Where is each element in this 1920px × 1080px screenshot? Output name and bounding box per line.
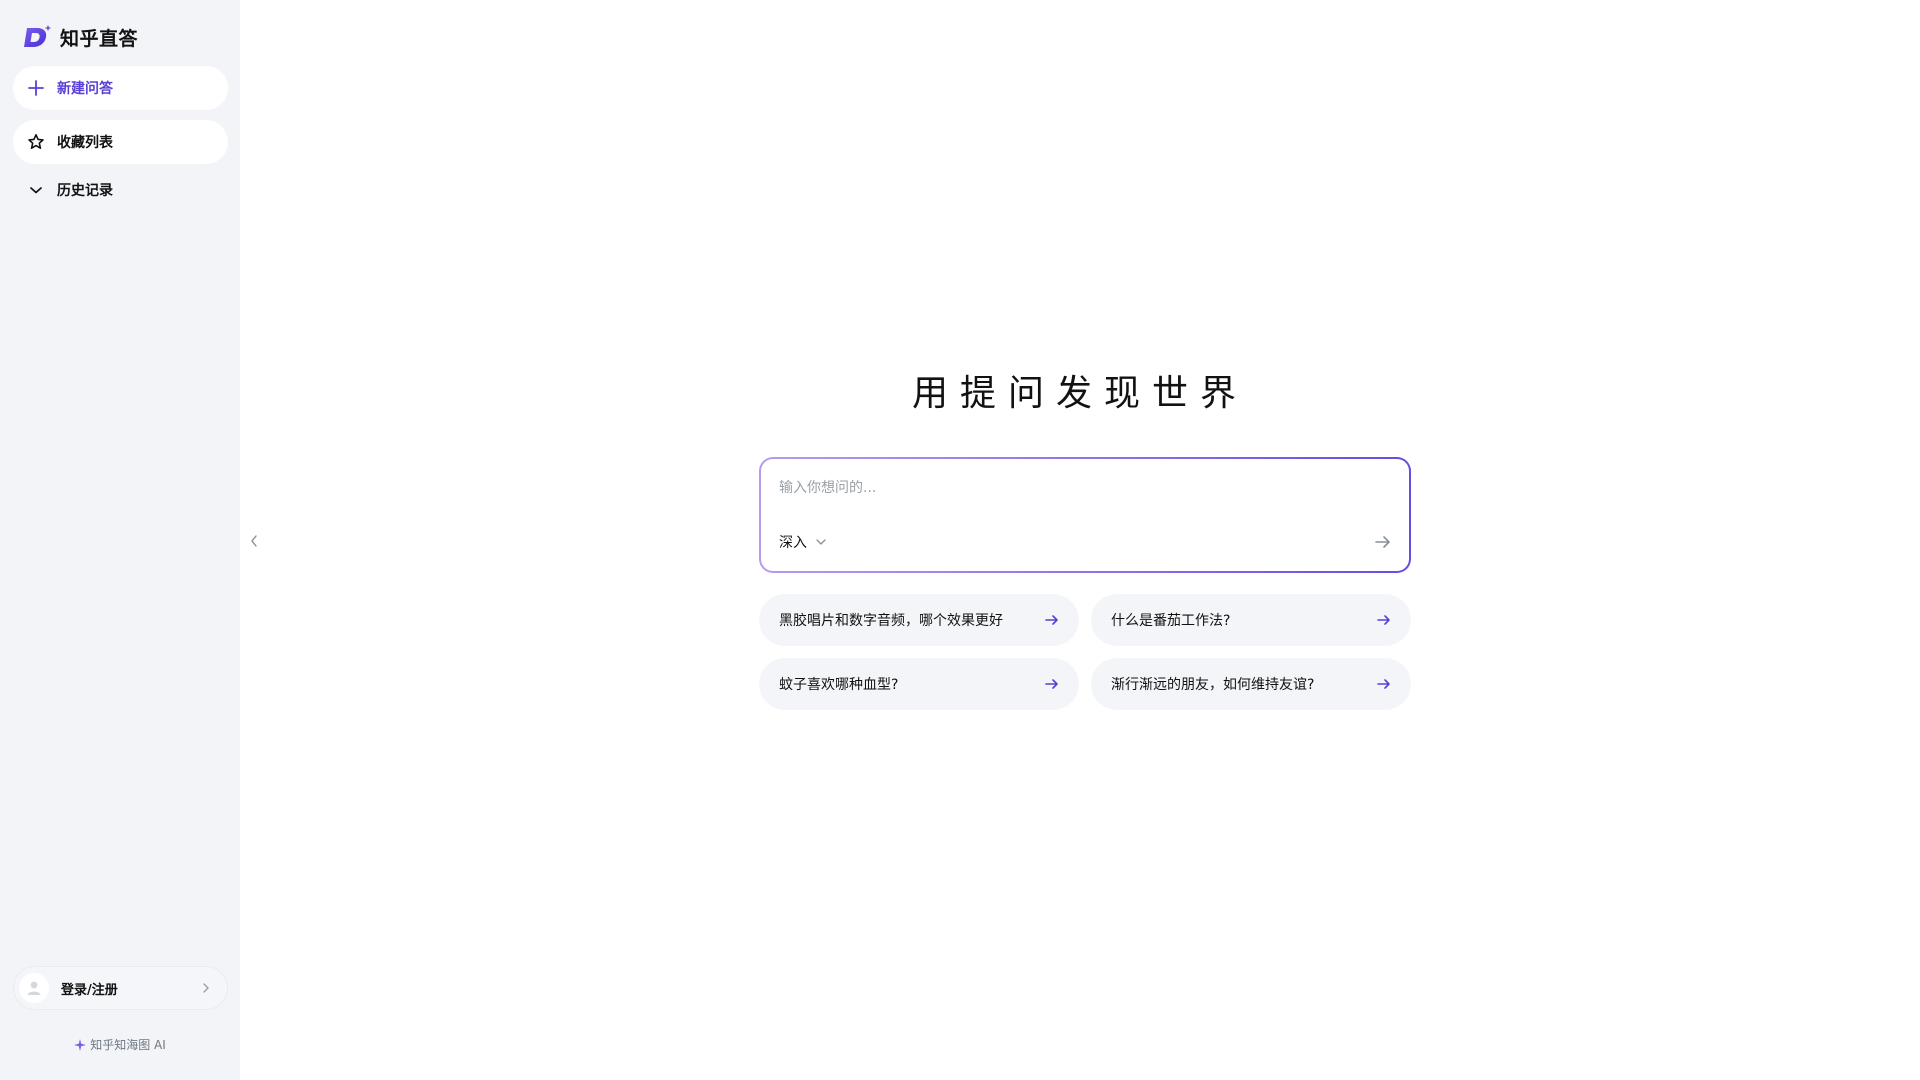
collapse-sidebar-button[interactable]: [248, 533, 260, 549]
powered-by-text: 知乎知海图 AI: [90, 1038, 166, 1052]
arrow-right-icon: [1377, 615, 1390, 625]
chevron-right-icon: [201, 979, 211, 998]
suggestion-card[interactable]: 什么是番茄工作法?: [1091, 594, 1411, 646]
suggestion-text: 什么是番茄工作法?: [1111, 613, 1231, 629]
login-label: 登录/注册: [61, 982, 118, 998]
chevron-down-icon: [26, 180, 46, 200]
suggestion-text: 蚊子喜欢哪种血型?: [779, 677, 899, 693]
arrow-right-icon: [1045, 615, 1058, 625]
powered-by: 知乎知海图 AI: [0, 1036, 240, 1053]
sparkle-icon: [74, 1038, 87, 1051]
new-chat-button[interactable]: 新建问答: [13, 66, 228, 110]
suggestion-text: 黑胶唱片和数字音频，哪个效果更好: [779, 613, 1003, 629]
history-toggle[interactable]: 历史记录: [13, 168, 228, 212]
suggestion-text: 渐行渐远的朋友，如何维持友谊?: [1111, 677, 1315, 693]
suggestion-card[interactable]: 蚊子喜欢哪种血型?: [759, 658, 1079, 710]
suggestion-card[interactable]: 黑胶唱片和数字音频，哪个效果更好: [759, 594, 1079, 646]
favorites-label: 收藏列表: [57, 135, 113, 151]
brand[interactable]: 知乎直答: [22, 24, 138, 50]
question-input[interactable]: [779, 477, 1379, 499]
plus-icon: [26, 78, 46, 98]
login-button[interactable]: 登录/注册: [13, 966, 228, 1010]
zhida-d-logo-icon: [24, 25, 52, 47]
chevron-down-icon: [816, 539, 826, 545]
page-headline: 用提问发现世界: [911, 373, 1248, 414]
user-icon: [19, 973, 49, 1003]
history-label: 历史记录: [57, 183, 113, 199]
star-icon: [26, 132, 46, 152]
favorites-button[interactable]: 收藏列表: [13, 120, 228, 164]
ask-box: 深入: [759, 457, 1411, 573]
suggestion-card[interactable]: 渐行渐远的朋友，如何维持友谊?: [1091, 658, 1411, 710]
brand-name: 知乎直答: [60, 27, 139, 50]
arrow-right-icon: [1377, 679, 1390, 689]
mode-label: 深入: [779, 535, 807, 551]
arrow-right-icon: [1375, 536, 1390, 548]
send-button[interactable]: [1373, 532, 1393, 552]
arrow-right-icon: [1045, 679, 1058, 689]
sidebar: 知乎直答 新建问答 收藏列表 历史记录 登录/注册 知乎知海图 AI: [0, 0, 240, 1080]
mode-dropdown[interactable]: 深入: [779, 531, 827, 553]
new-chat-label: 新建问答: [57, 81, 113, 97]
app-root: 知乎直答 新建问答 收藏列表 历史记录 登录/注册 知乎知海图 AI 用提问发现…: [0, 0, 1920, 1080]
chevron-left-icon: [251, 535, 257, 547]
ask-box-inner: 深入: [761, 459, 1409, 571]
